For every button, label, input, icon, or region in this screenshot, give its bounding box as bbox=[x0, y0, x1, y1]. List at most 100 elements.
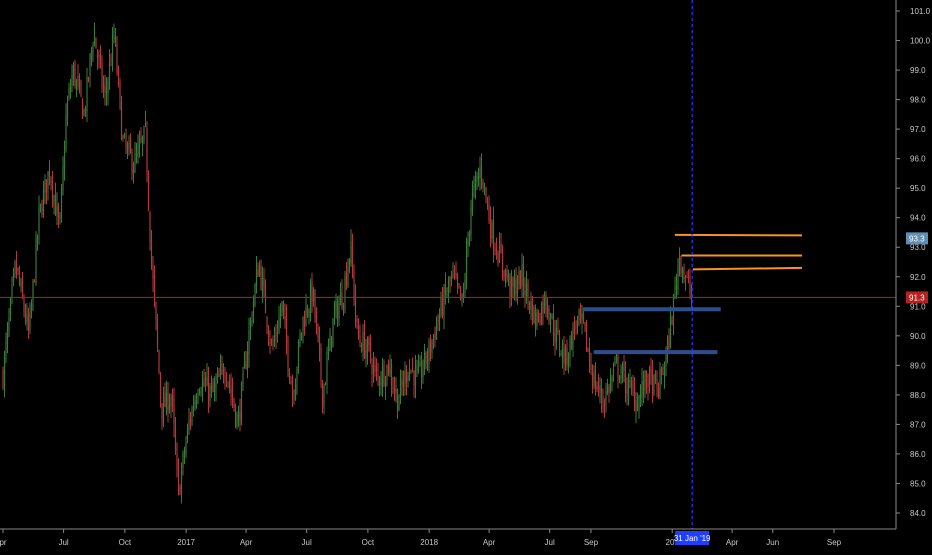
candle bbox=[278, 305, 280, 335]
candle-body bbox=[212, 382, 214, 393]
candle-body bbox=[215, 382, 217, 389]
candle bbox=[524, 277, 526, 309]
candle-body bbox=[128, 143, 130, 146]
candle-body bbox=[491, 221, 493, 239]
candle-body bbox=[182, 453, 184, 468]
candle-body bbox=[645, 370, 648, 383]
candle-body bbox=[275, 333, 277, 337]
candle bbox=[5, 332, 7, 364]
candle bbox=[399, 369, 402, 405]
candle-body bbox=[576, 316, 579, 326]
candle bbox=[50, 175, 52, 191]
resistance-ray-1[interactable] bbox=[674, 233, 803, 237]
candle bbox=[36, 234, 39, 251]
candle-body bbox=[374, 365, 376, 367]
candle bbox=[369, 334, 372, 364]
candle-body bbox=[113, 35, 115, 37]
candle bbox=[461, 293, 463, 307]
candle-body bbox=[639, 393, 642, 399]
candle bbox=[333, 300, 336, 325]
candle-body bbox=[449, 277, 451, 282]
candle bbox=[440, 291, 442, 318]
candle bbox=[564, 344, 567, 371]
candle bbox=[506, 265, 508, 283]
candle bbox=[171, 388, 174, 413]
candle-body bbox=[552, 316, 555, 336]
candle-body bbox=[153, 274, 156, 300]
candle bbox=[231, 377, 234, 409]
candle-body bbox=[98, 55, 100, 57]
candle-body bbox=[60, 188, 63, 215]
candle-body bbox=[608, 385, 610, 394]
chart-canvas[interactable]: 84.0 85.0 86.0 87.0 88.0 89.0 90.0 91.0 92.0 93.0… bbox=[0, 0, 932, 550]
candle bbox=[647, 373, 649, 401]
candle-body bbox=[231, 390, 234, 400]
candle bbox=[551, 313, 553, 320]
candle-body bbox=[29, 311, 31, 331]
candle bbox=[612, 362, 615, 382]
candle-body bbox=[194, 399, 196, 410]
candle bbox=[213, 376, 216, 402]
candle-body bbox=[53, 196, 55, 203]
candle bbox=[282, 300, 285, 320]
candle-body bbox=[636, 404, 639, 412]
candle bbox=[560, 350, 562, 357]
candle bbox=[38, 195, 40, 245]
candle-body bbox=[285, 316, 288, 343]
candle-body bbox=[189, 419, 192, 422]
candle-body bbox=[585, 323, 588, 352]
candle-body bbox=[249, 319, 252, 329]
candle-body bbox=[5, 341, 7, 355]
candle bbox=[303, 310, 306, 336]
candle bbox=[663, 361, 666, 389]
candle bbox=[468, 230, 471, 247]
candle bbox=[312, 286, 315, 307]
candle-body bbox=[402, 382, 405, 387]
candle-body bbox=[6, 326, 9, 344]
candle bbox=[449, 276, 451, 293]
candle bbox=[24, 303, 27, 325]
candle-body bbox=[498, 244, 501, 263]
candle-body bbox=[116, 43, 118, 73]
candle-body bbox=[524, 290, 526, 296]
candle bbox=[572, 321, 574, 358]
candle bbox=[566, 339, 568, 371]
candle bbox=[518, 266, 520, 290]
candle-body bbox=[270, 340, 273, 343]
candle bbox=[588, 337, 591, 373]
candle-body bbox=[129, 140, 132, 153]
candle-body bbox=[332, 318, 334, 348]
candle bbox=[360, 342, 363, 353]
candle bbox=[179, 484, 181, 496]
candle bbox=[410, 369, 412, 375]
candle bbox=[657, 382, 660, 399]
candle-body bbox=[279, 313, 282, 319]
candle-body bbox=[299, 335, 301, 344]
candle bbox=[446, 287, 448, 298]
candle bbox=[309, 278, 312, 322]
candle bbox=[135, 142, 138, 164]
candle-body bbox=[383, 364, 385, 385]
candle bbox=[561, 339, 564, 369]
candle bbox=[422, 359, 424, 384]
candle bbox=[621, 361, 624, 384]
candle-body bbox=[543, 293, 546, 311]
candle-body bbox=[369, 342, 372, 361]
candle-body bbox=[272, 343, 274, 345]
candle-body bbox=[540, 303, 543, 324]
candle-body bbox=[380, 382, 382, 387]
candle bbox=[428, 337, 430, 373]
candle bbox=[353, 264, 355, 307]
candle bbox=[18, 265, 21, 287]
candle bbox=[375, 358, 378, 382]
candle-body bbox=[597, 385, 600, 391]
price-chart[interactable]: 84.0 85.0 86.0 87.0 88.0 89.0 90.0 91.0 92.0 93.0… bbox=[0, 0, 932, 550]
candle-body bbox=[150, 239, 153, 264]
candle-body bbox=[68, 88, 70, 99]
candle bbox=[363, 320, 366, 360]
candle-body bbox=[183, 453, 186, 455]
candle-body bbox=[432, 335, 435, 339]
candle-body bbox=[395, 389, 397, 393]
candle-body bbox=[324, 383, 327, 386]
candle bbox=[530, 291, 532, 320]
